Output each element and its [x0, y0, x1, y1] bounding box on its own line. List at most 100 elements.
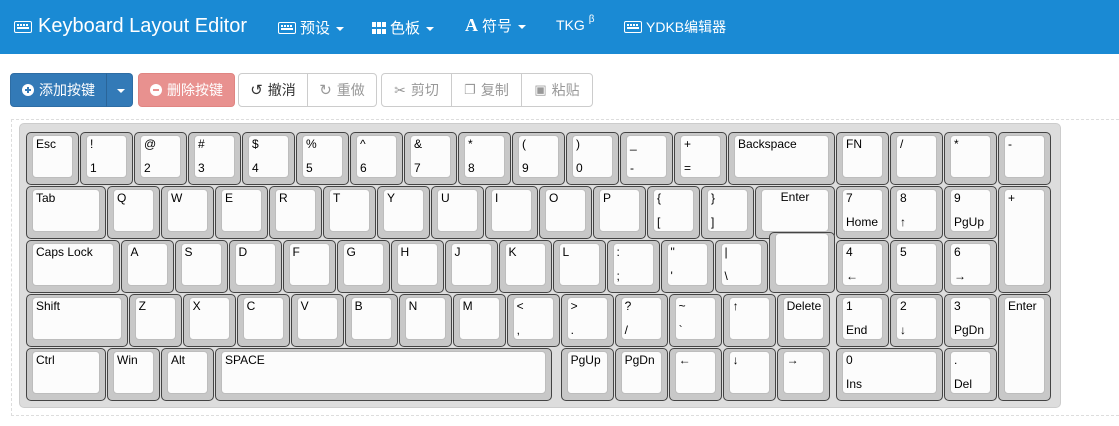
key[interactable]: ↓	[722, 348, 776, 401]
key[interactable]: -	[998, 132, 1051, 185]
key[interactable]: ←	[668, 348, 722, 401]
key-label-bottom: 3	[198, 161, 205, 175]
key[interactable]: T	[323, 186, 376, 239]
key[interactable]: :;	[606, 240, 660, 293]
keyboard-icon	[624, 21, 642, 33]
menu-ydkb[interactable]: YDKB编辑器	[624, 17, 726, 37]
key[interactable]: #3	[188, 132, 241, 185]
key[interactable]: PgUp	[560, 348, 614, 401]
key[interactable]: Caps Lock	[26, 240, 120, 293]
key[interactable]: +	[998, 186, 1051, 293]
key[interactable]: X	[182, 294, 236, 347]
key-label-top: PgDn	[624, 353, 655, 367]
key[interactable]: Alt	[161, 348, 214, 401]
key[interactable]: % 5	[296, 132, 349, 185]
key[interactable]: * 8	[458, 132, 511, 185]
key[interactable]: Z	[128, 294, 182, 347]
key[interactable]: 5	[890, 240, 943, 293]
delete-key-button[interactable]: 删除按键	[138, 73, 235, 107]
key[interactable]: G	[336, 240, 390, 293]
key[interactable]: 0 Ins	[836, 348, 943, 401]
key[interactable]: & 7	[404, 132, 457, 185]
key[interactable]: C	[236, 294, 290, 347]
key[interactable]: (9	[512, 132, 565, 185]
key[interactable]: I	[485, 186, 538, 239]
key[interactable]: 3 PgDn	[944, 294, 997, 347]
cut-button[interactable]: ✂ 剪切	[381, 73, 452, 107]
key[interactable]: L	[552, 240, 606, 293]
key[interactable]: E	[215, 186, 268, 239]
key[interactable]: @2	[134, 132, 187, 185]
key[interactable]: ! 1	[80, 132, 133, 185]
key[interactable]: ) 0	[566, 132, 619, 185]
key[interactable]: Q	[107, 186, 160, 239]
key[interactable]: 6 →	[944, 240, 997, 293]
key[interactable]: ? /	[614, 294, 668, 347]
menu-palette[interactable]: 色板	[372, 17, 435, 38]
key[interactable]: ^ 6	[350, 132, 403, 185]
paste-button[interactable]: ▣ 粘贴	[521, 73, 593, 107]
key[interactable]: 8 ↑	[890, 186, 943, 239]
key[interactable]: Ctrl	[26, 348, 106, 401]
menu-symbols[interactable]: A 符号	[465, 15, 527, 36]
key[interactable]: *	[944, 132, 997, 185]
key[interactable]: →	[776, 348, 830, 401]
key-label-top: #	[198, 137, 205, 151]
key[interactable]: <,	[506, 294, 560, 347]
key[interactable]: Shift	[26, 294, 128, 347]
key[interactable]: 1 End	[836, 294, 889, 347]
key[interactable]: >.	[560, 294, 614, 347]
key[interactable]: " '	[660, 240, 714, 293]
key[interactable]: V	[290, 294, 344, 347]
key[interactable]: SPACE	[215, 348, 552, 401]
key[interactable]: FN	[836, 132, 889, 185]
key[interactable]: 2 ↓	[890, 294, 943, 347]
key[interactable]: O	[539, 186, 592, 239]
brand[interactable]: Keyboard Layout Editor	[14, 15, 247, 38]
add-key-button[interactable]: 添加按键	[10, 73, 107, 107]
key[interactable]: Y	[377, 186, 430, 239]
key[interactable]: J	[444, 240, 498, 293]
key[interactable]: H	[390, 240, 444, 293]
key[interactable]: W	[161, 186, 214, 239]
key-label-top: )	[576, 137, 580, 151]
key[interactable]: ↑	[722, 294, 776, 347]
key[interactable]: $4	[242, 132, 295, 185]
key[interactable]: PgDn	[614, 348, 668, 401]
redo-button[interactable]: ↻ 重做	[307, 73, 377, 107]
key[interactable]: Esc	[26, 132, 79, 185]
undo-button[interactable]: ↺ 撤消	[238, 73, 308, 107]
key[interactable]: F	[282, 240, 336, 293]
key[interactable]: Enter	[998, 294, 1051, 401]
key[interactable]: Tab	[26, 186, 106, 239]
key[interactable]: /	[890, 132, 943, 185]
key[interactable]: R	[269, 186, 322, 239]
key[interactable]: {[	[647, 186, 700, 239]
copy-button[interactable]: ❐ 复制	[451, 73, 522, 107]
menu-tkg[interactable]: TKG β	[556, 14, 595, 34]
key[interactable]: Delete	[776, 294, 830, 347]
key[interactable]: Backspace	[728, 132, 835, 185]
key-label-top: Enter	[1008, 299, 1037, 313]
key[interactable]: B	[344, 294, 398, 347]
key[interactable]: 7 Home	[836, 186, 889, 239]
key[interactable]: Win	[107, 348, 160, 401]
key[interactable]: N	[398, 294, 452, 347]
key[interactable]: A	[120, 240, 174, 293]
key[interactable]: }]	[701, 186, 754, 239]
key[interactable]: M	[452, 294, 506, 347]
key[interactable]: + =	[674, 132, 727, 185]
add-key-dropdown-button[interactable]	[106, 73, 133, 107]
key[interactable]: D	[228, 240, 282, 293]
key[interactable]: 9 PgUp	[944, 186, 997, 239]
key[interactable]: _ -	[620, 132, 673, 185]
menu-preset[interactable]: 预设	[278, 17, 345, 38]
key[interactable]: | \	[714, 240, 768, 293]
key[interactable]: U	[431, 186, 484, 239]
key[interactable]: S	[174, 240, 228, 293]
key[interactable]: ~ `	[668, 294, 722, 347]
key[interactable]: 4 ←	[836, 240, 889, 293]
key[interactable]: P	[593, 186, 646, 239]
key[interactable]: . Del	[944, 348, 997, 401]
key[interactable]: K	[498, 240, 552, 293]
